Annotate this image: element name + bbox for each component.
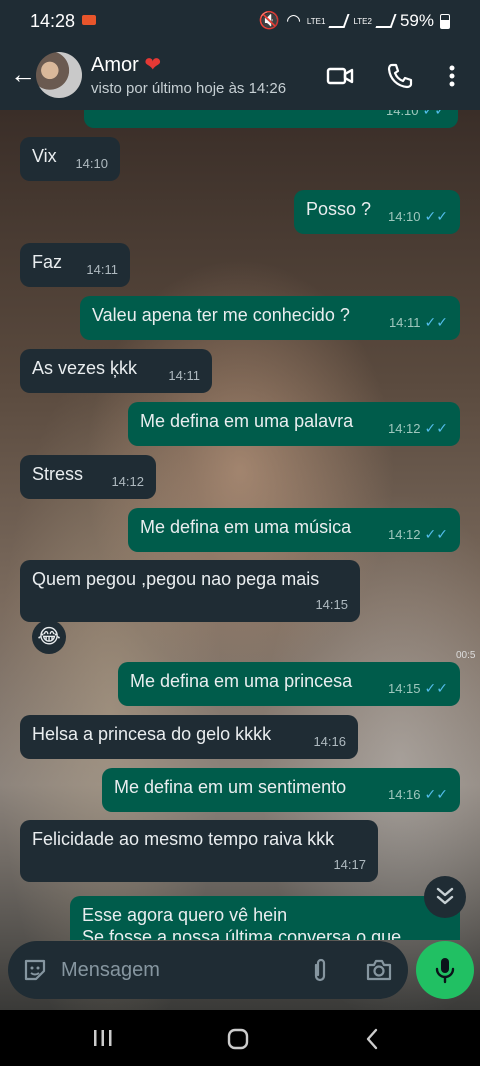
battery-percent: 59% <box>399 11 434 30</box>
message-time: 14:11 <box>168 368 200 383</box>
wifi-icon: ◠ <box>286 11 301 30</box>
message-text: Quem pegou ,pegou nao pega mais <box>32 569 320 589</box>
outgoing-message[interactable]: Me defina em um sentimento 14:16 ✓✓ <box>102 768 460 812</box>
message-meta: 14:11 ✓✓ <box>389 311 448 334</box>
message-text: As vezes ķkk <box>32 358 138 378</box>
message-text: Stress <box>32 464 84 484</box>
message-text: Me defina em um sentimento <box>114 777 347 797</box>
contact-name: Amor <box>91 54 139 76</box>
outgoing-message[interactable]: Valeu apena ter me conhecido ? 14:11 ✓✓ <box>80 296 460 340</box>
heart-icon: ❤ <box>144 54 162 76</box>
reaction-badge[interactable]: 😂 <box>32 620 66 654</box>
message-meta: 14:15 ✓✓ <box>388 677 448 700</box>
voice-call-icon[interactable] <box>386 62 414 90</box>
message-time: 14:10 <box>387 209 421 224</box>
sim2-label: LTE2 <box>353 16 372 26</box>
status-time: 14:28 <box>30 11 76 31</box>
message-composer[interactable]: Mensagem <box>8 941 408 999</box>
message-meta: 14:12 ✓✓ <box>388 417 448 440</box>
back-nav-icon[interactable] <box>362 1027 382 1051</box>
message-text: Valeu apena ter me conhecido ? <box>92 305 350 325</box>
message-text: Felicidade ao mesmo tempo raiva kkk <box>32 829 335 849</box>
back-arrow-icon[interactable]: ← <box>10 61 36 87</box>
incoming-message[interactable]: Stress 14:12 <box>20 455 156 499</box>
contact-name-row[interactable]: Amor ❤ <box>91 52 161 77</box>
message-time: 14:17 <box>333 857 366 872</box>
outgoing-message[interactable]: Me defina em uma música 14:12 ✓✓ <box>128 508 460 552</box>
message-time: 14:12 <box>387 421 421 436</box>
message-meta: 14:12 ✓✓ <box>388 523 448 546</box>
message-input[interactable]: Mensagem <box>61 959 160 982</box>
system-nav-bar <box>0 1010 480 1066</box>
incoming-message[interactable]: Quem pegou ,pegou nao pega mais 14:15 <box>20 560 360 622</box>
read-receipt-icon: ✓✓ <box>424 420 448 436</box>
attach-icon[interactable] <box>308 957 332 983</box>
scroll-down-button[interactable] <box>424 876 466 918</box>
message-meta: 14:16 ✓✓ <box>388 783 448 806</box>
sim1-label: LTE1 <box>306 16 326 26</box>
microphone-icon <box>435 958 455 984</box>
message-text: Esse agora quero vê hein Se fosse a noss… <box>82 905 402 940</box>
message-time: 14:16 <box>387 787 421 802</box>
avatar[interactable] <box>36 52 82 98</box>
message-text: Posso ? <box>306 199 372 219</box>
message-text: Me defina em uma palavra <box>140 411 354 431</box>
camera-icon[interactable] <box>365 957 393 983</box>
message-time: 14:11 <box>86 262 118 277</box>
more-options-icon[interactable] <box>438 62 466 90</box>
video-call-icon[interactable] <box>326 62 354 90</box>
sticker-icon[interactable] <box>22 957 48 983</box>
screen-record-icon <box>82 15 96 25</box>
incoming-message[interactable]: Felicidade ao mesmo tempo raiva kkk 14:17 <box>20 820 378 882</box>
message-time: 14:12 <box>387 527 421 542</box>
read-receipt-icon: ✓✓ <box>424 208 448 224</box>
overlay-timestamp: 00:5 <box>456 650 476 661</box>
read-receipt-icon: ✓✓ <box>424 786 448 802</box>
signal-icon <box>328 14 350 28</box>
message-time: 14:11 <box>388 315 421 330</box>
status-icons: 🔇 ◠ LTE1 LTE2 59% <box>259 11 450 31</box>
message-time: 14:15 <box>387 681 421 696</box>
double-chevron-down-icon <box>436 887 454 905</box>
message-meta: 14:16 <box>313 731 346 753</box>
read-receipt-icon: ✓✓ <box>424 314 448 330</box>
message-time: 14:15 <box>315 597 348 612</box>
message-time: 14:16 <box>313 734 346 749</box>
message-meta: 14:11 <box>168 365 200 387</box>
read-receipt-icon: ✓✓ <box>424 680 448 696</box>
outgoing-message[interactable]: Me defina em uma princesa 14:15 ✓✓ <box>118 662 460 706</box>
message-meta: 14:17 <box>333 854 366 876</box>
message-meta: 14:10 ✓✓ <box>388 205 448 228</box>
outgoing-message[interactable]: Esse agora quero vê hein Se fosse a noss… <box>70 896 460 940</box>
battery-icon <box>440 13 450 29</box>
incoming-message[interactable]: Helsa a princesa do gelo kkkk 14:16 <box>20 715 358 759</box>
message-meta: 14:11 <box>86 259 118 281</box>
chat-header: ← Amor ❤ visto por último hoje às 14:26 <box>0 40 480 110</box>
status-bar: 14:28 🔇 ◠ LTE1 LTE2 59% <box>0 0 480 40</box>
incoming-message[interactable]: As vezes ķkk 14:11 <box>20 349 212 393</box>
last-seen: visto por último hoje às 14:26 <box>91 80 287 97</box>
home-icon[interactable] <box>226 1027 250 1051</box>
voice-message-button[interactable] <box>416 941 474 999</box>
message-text: Vix <box>32 146 57 166</box>
message-text: Me defina em uma princesa <box>130 671 353 691</box>
signal-icon-2 <box>375 14 397 28</box>
message-text: Me defina em uma música <box>140 517 352 537</box>
message-text: Faz <box>32 252 63 272</box>
message-time: 14:10 <box>75 156 108 171</box>
incoming-message[interactable]: Vix 14:10 <box>20 137 120 181</box>
message-meta: 14:12 <box>111 471 144 493</box>
outgoing-message[interactable]: Posso ? 14:10 ✓✓ <box>294 190 460 234</box>
mute-icon: 🔇 <box>258 11 281 30</box>
recent-apps-icon[interactable] <box>92 1028 114 1048</box>
read-receipt-icon: ✓✓ <box>424 526 448 542</box>
outgoing-message[interactable]: Me defina em uma palavra 14:12 ✓✓ <box>128 402 460 446</box>
incoming-message[interactable]: Faz 14:11 <box>20 243 130 287</box>
message-meta: 14:10 <box>75 153 108 175</box>
message-meta: 14:15 <box>315 594 348 616</box>
message-time: 14:12 <box>111 474 144 489</box>
message-text: Helsa a princesa do gelo kkkk <box>32 724 272 744</box>
